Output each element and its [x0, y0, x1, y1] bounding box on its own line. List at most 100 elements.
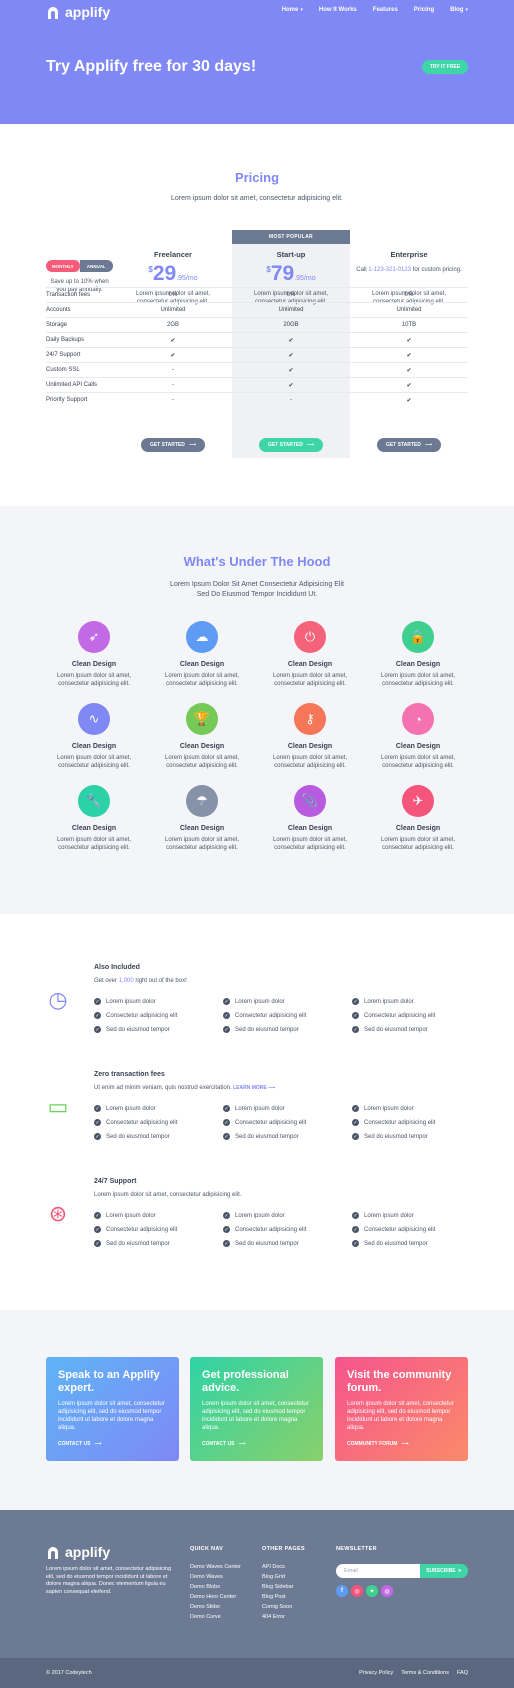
feature-description: Lorem ipsum dolor sit amet, consectetur …	[380, 673, 456, 687]
row-label: Storage	[46, 322, 68, 328]
footer-link[interactable]: Demo Blobs	[190, 1582, 241, 1592]
row-value: -	[290, 397, 292, 403]
terms-link[interactable]: Terms & Conditions	[401, 1670, 449, 1676]
footer-link[interactable]: Blog Sidebar	[262, 1582, 305, 1592]
footer-link[interactable]: Demo Curve	[190, 1612, 241, 1622]
feature-description: Lorem ipsum dolor sit amet, consectetur …	[56, 673, 132, 687]
check-circle-icon: ✓	[223, 1026, 230, 1033]
included-list-item: ✓ Consectetur adipisicing elit	[352, 1012, 435, 1019]
chevron-down-icon: ▾	[465, 7, 468, 13]
footer-link[interactable]: Demo Waves Center	[190, 1562, 241, 1572]
cta-card-forum: Visit the community forum. Lorem ipsum d…	[335, 1357, 468, 1461]
logo[interactable]: applify	[46, 4, 110, 20]
billing-toggle[interactable]: MONTHLY ANNUAL	[46, 260, 113, 272]
nav-blog[interactable]: Blog ▾	[450, 7, 468, 13]
item-text: Consectetur adipisicing elit	[364, 1226, 436, 1233]
footer-link[interactable]: 404 Error	[262, 1612, 305, 1622]
twitter-icon[interactable]: ✦	[366, 1585, 378, 1597]
row-value: 0%	[168, 292, 178, 298]
key-icon: ⚷	[294, 703, 326, 735]
plan-call-pricing: Call 1-123-321-0123 for custom pricing.	[356, 267, 462, 273]
check-circle-icon: ✓	[94, 998, 101, 1005]
item-text: Lorem ipsum dolor	[364, 1105, 414, 1112]
contact-us-link[interactable]: CONTACT US ⟶	[58, 1441, 167, 1447]
plan-name: Enterprise	[390, 250, 428, 259]
included-list-item: ✓ Lorem ipsum dolor	[223, 1212, 285, 1219]
chart-icon: ∿	[78, 703, 110, 735]
faq-link[interactable]: FAQ	[457, 1670, 468, 1676]
features-subtitle-line-2: Sed Do Eiusmod Tempor Incididunt Ut.	[196, 591, 318, 598]
feature-item: 📎 Clean Design Lorem ipsum dolor sit amet,…	[260, 785, 360, 852]
footer-logo[interactable]: applify	[46, 1544, 110, 1560]
item-text: Consectetur adipisicing elit	[235, 1119, 307, 1126]
phone-link[interactable]: 1-123-321-0123	[368, 267, 411, 273]
nav-features[interactable]: Features	[373, 7, 398, 13]
cta-section: Speak to an Applify expert. Lorem ipsum …	[0, 1310, 514, 1510]
included-section: ◷ Also Included Get over 1,000 right out o…	[0, 914, 514, 1310]
row-label: Accounts	[46, 307, 71, 313]
privacy-policy-link[interactable]: Privacy Policy	[359, 1670, 393, 1676]
row-value: -	[172, 367, 174, 373]
check-circle-icon: ✓	[94, 1012, 101, 1019]
feature-item: ➶ Clean Design Lorem ipsum dolor sit amet,…	[44, 621, 144, 688]
included-list-item: ✓ Lorem ipsum dolor	[94, 998, 156, 1005]
check-circle-icon: ✓	[352, 1012, 359, 1019]
pricing-title: Pricing	[234, 170, 280, 185]
community-forum-link[interactable]: COMMUNITY FORUM ⟶	[347, 1441, 456, 1447]
item-text: Sed do eiusmod tempor	[106, 1026, 170, 1033]
nav-home[interactable]: Home ▾	[282, 7, 303, 13]
nav-pricing[interactable]: Pricing	[414, 7, 434, 13]
arrow-right-icon: ⟶	[401, 1441, 409, 1447]
try-it-free-button[interactable]: TRY IT FREE	[422, 60, 468, 74]
footer-link[interactable]: Demo Slider	[190, 1602, 241, 1612]
cta-card-advice: Get professional advice. Lorem ipsum dol…	[190, 1357, 323, 1461]
newsletter-form: Email SUBSCRIBE ➤	[336, 1564, 468, 1578]
newsletter-column: NEWSLETTER	[336, 1546, 377, 1562]
get-started-button[interactable]: GET STARTED ⟶	[377, 438, 441, 452]
check-circle-icon: ✓	[223, 1133, 230, 1140]
check-circle-icon: ✓	[352, 1240, 359, 1247]
footer-link[interactable]: Blog Post	[262, 1592, 305, 1602]
get-started-button[interactable]: GET STARTED ⟶	[259, 438, 323, 452]
pricing-row: Accounts Unlimited Unlimited Unlimited	[46, 302, 468, 317]
check-circle-icon: ✓	[94, 1133, 101, 1140]
footer-link[interactable]: Comig Soon	[262, 1602, 305, 1612]
nav-how-it-works[interactable]: How It Works	[319, 7, 357, 13]
check-circle-icon: ✓	[223, 1212, 230, 1219]
contact-us-link[interactable]: CONTACT US ⟶	[202, 1441, 311, 1447]
arrow-right-icon: ⟶	[238, 1441, 246, 1447]
subscribe-button[interactable]: SUBSCRIBE ➤	[420, 1564, 468, 1578]
arrow-right-icon: ⟶	[94, 1441, 102, 1447]
lock-icon: 🔒	[402, 621, 434, 653]
toggle-monthly[interactable]: MONTHLY	[46, 260, 80, 272]
item-text: Lorem ipsum dolor	[235, 998, 285, 1005]
gauge-icon: ◔	[402, 703, 434, 735]
email-input[interactable]: Email	[336, 1564, 420, 1578]
check-circle-icon: ✓	[352, 998, 359, 1005]
check-circle-icon: ✓	[94, 1240, 101, 1247]
row-label: Transaction fees	[46, 292, 91, 298]
ghost-icon: ☁	[186, 621, 218, 653]
dribbble-icon[interactable]: ◍	[381, 1585, 393, 1597]
footer-link[interactable]: Demo Hero Center	[190, 1592, 241, 1602]
wallet-icon: ▭	[47, 1094, 69, 1119]
facebook-icon[interactable]: f	[336, 1585, 348, 1597]
logo-mark-icon	[48, 1547, 58, 1559]
check-circle-icon: ✓	[94, 1226, 101, 1233]
instagram-icon[interactable]: ◎	[351, 1585, 363, 1597]
social-links: f ◎ ✦ ◍	[336, 1585, 393, 1597]
feature-item: 🔒 Clean Design Lorem ipsum dolor sit amet,…	[368, 621, 468, 688]
included-title: 24/7 Support	[94, 1178, 137, 1185]
item-text: Consectetur adipisicing elit	[235, 1012, 307, 1019]
footer-link[interactable]: API Docs	[262, 1562, 305, 1572]
footer-link[interactable]: Blog Grid	[262, 1572, 305, 1582]
plan-price: $29.95/mo	[148, 262, 198, 285]
learn-more-link[interactable]: LEARN MORE ⟶	[232, 1085, 275, 1091]
item-text: Consectetur adipisicing elit	[106, 1119, 178, 1126]
toggle-annual[interactable]: ANNUAL	[79, 260, 113, 272]
footer-link[interactable]: Demo Waves	[190, 1572, 241, 1582]
row-value: 20GB	[283, 322, 299, 328]
item-text: Sed do eiusmod tempor	[235, 1240, 299, 1247]
get-started-button[interactable]: GET STARTED ⟶	[141, 438, 205, 452]
row-value: -	[172, 397, 174, 403]
